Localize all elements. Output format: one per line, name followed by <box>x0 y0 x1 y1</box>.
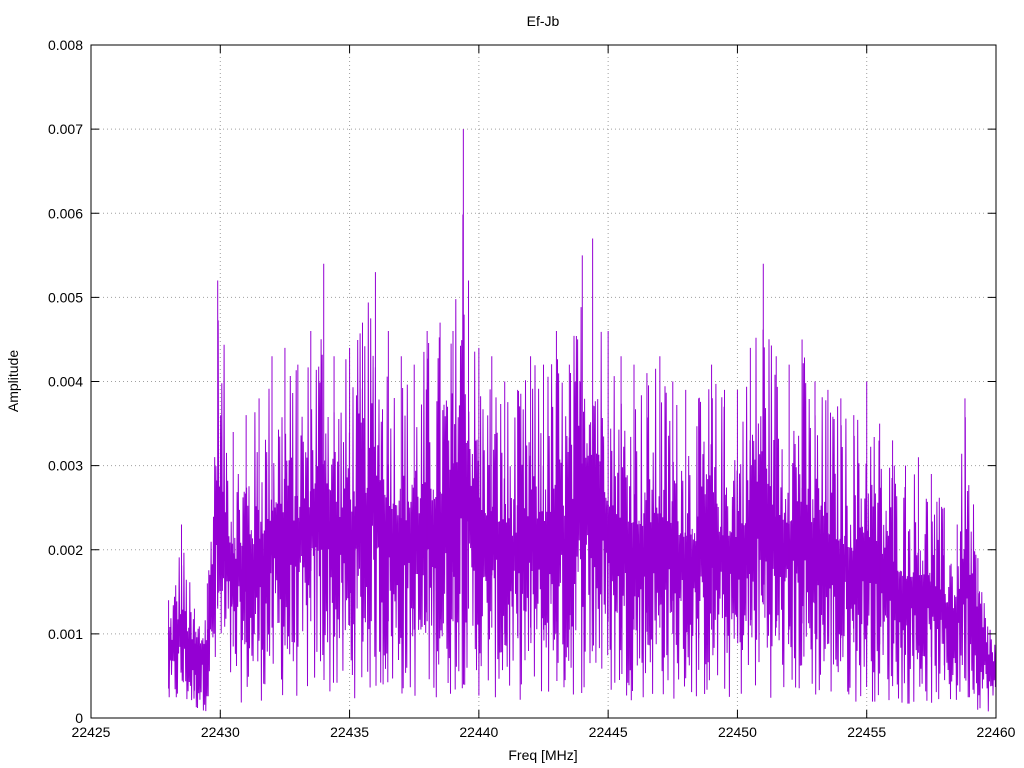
x-tick-label: 22460 <box>977 724 1016 740</box>
x-tick-label: 22450 <box>718 724 757 740</box>
x-tick-label: 22440 <box>459 724 498 740</box>
x-tick-label: 22435 <box>330 724 369 740</box>
y-axis-label: Amplitude <box>5 350 21 412</box>
y-tick-label: 0.003 <box>48 458 83 474</box>
x-tick-label: 22445 <box>589 724 628 740</box>
x-axis-label: Freq [MHz] <box>508 747 577 763</box>
y-tick-label: 0.007 <box>48 121 83 137</box>
y-tick-label: 0 <box>75 710 83 726</box>
x-tick-label: 22455 <box>847 724 886 740</box>
chart: 22425 22430 22435 22440 22445 22450 22455 22460… <box>0 0 1024 768</box>
y-tick-label: 0.005 <box>48 289 83 305</box>
y-tick-label: 0.004 <box>48 374 83 390</box>
x-tick-label: 22425 <box>72 724 111 740</box>
y-tick-label: 0.008 <box>48 37 83 53</box>
x-tick-label: 22430 <box>201 724 240 740</box>
y-tick-label: 0.006 <box>48 205 83 221</box>
y-tick-label: 0.002 <box>48 542 83 558</box>
y-tick-label: 0.001 <box>48 626 83 642</box>
chart-background <box>0 0 1024 768</box>
chart-title: Ef-Jb <box>527 13 560 29</box>
